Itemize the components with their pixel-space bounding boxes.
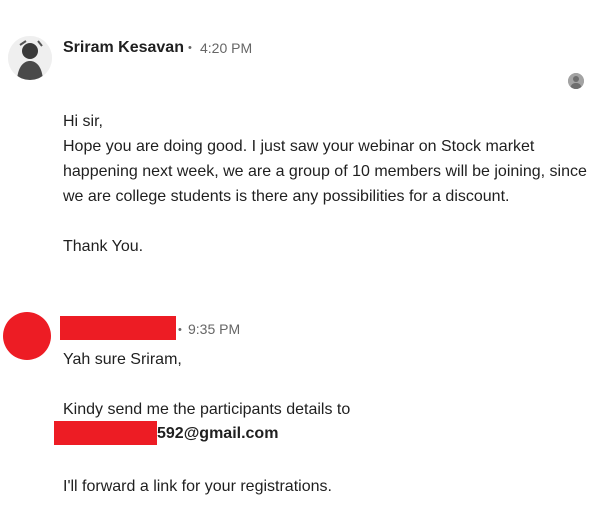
message-line: I'll forward a link for your registratio…: [63, 478, 332, 495]
message-timestamp: 4:20 PM: [200, 40, 253, 56]
message-line: Thank You.: [63, 238, 144, 255]
message-line: Hope you are doing good. I just saw your…: [63, 138, 587, 205]
message-body: Hi sir, Hope you are doing good. I just …: [63, 109, 588, 259]
email-address-text[interactable]: 592@gmail.com: [157, 425, 278, 443]
timestamp-separator: •: [188, 42, 192, 54]
sender-name[interactable]: Sriram Kesavan: [63, 39, 184, 57]
message-line: [63, 209, 588, 234]
redacted-sender-name: [60, 316, 176, 340]
redacted-avatar[interactable]: [3, 312, 51, 360]
message-line: Kindy send me the participants details t…: [63, 401, 351, 418]
message-timestamp: 9:35 PM: [188, 321, 241, 337]
sender-avatar[interactable]: [8, 36, 52, 80]
seen-avatar-icon: [568, 73, 584, 89]
profile-photo-icon: [8, 36, 52, 80]
message-line: Yah sure Sriram,: [63, 351, 182, 368]
redacted-email-prefix: [54, 421, 157, 445]
timestamp-separator: •: [178, 324, 182, 336]
message-line: Hi sir,: [63, 113, 103, 130]
